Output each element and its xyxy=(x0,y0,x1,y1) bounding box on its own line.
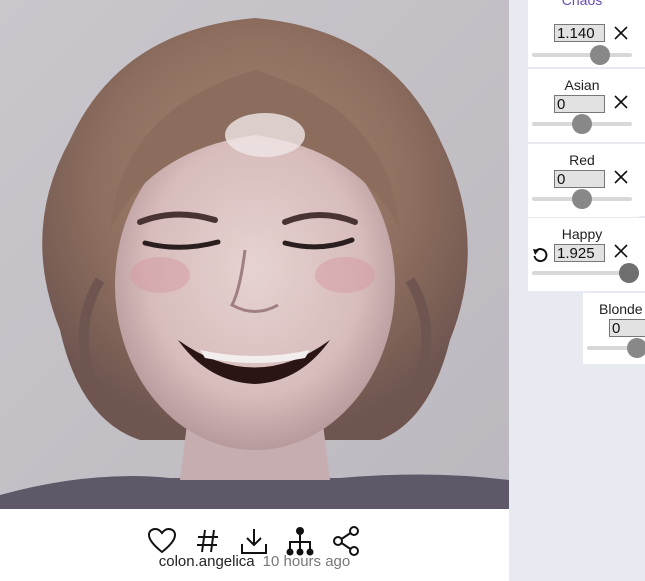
reset-icon[interactable] xyxy=(532,247,548,263)
gene-label: Asian xyxy=(564,77,600,93)
gene-card-red: Red 0 xyxy=(528,144,639,217)
timestamp: 10 hours ago xyxy=(262,553,351,570)
gene-label: Happy xyxy=(561,226,603,242)
generated-image[interactable] xyxy=(0,0,509,509)
family-tree-icon xyxy=(286,527,314,556)
portrait-illustration xyxy=(0,0,509,509)
next-column-card xyxy=(639,0,645,67)
gene-label: Chaos xyxy=(561,0,603,8)
download-icon xyxy=(241,529,267,554)
gene-slider[interactable] xyxy=(532,271,632,275)
gene-value-input[interactable]: 0 xyxy=(554,170,605,188)
gene-card-blonde: Blonde 0 xyxy=(583,293,645,364)
hash-icon xyxy=(197,529,218,553)
heart-icon xyxy=(147,527,177,554)
gene-value-input[interactable]: 0 xyxy=(554,95,605,113)
gene-slider-thumb[interactable] xyxy=(572,189,592,209)
image-footer: colon.angelica 10 hours ago xyxy=(0,509,509,581)
close-icon[interactable] xyxy=(612,242,630,260)
share-icon xyxy=(333,526,359,556)
close-icon[interactable] xyxy=(612,93,630,111)
gene-value-input[interactable]: 1.925 xyxy=(554,244,605,262)
gene-label: Blonde xyxy=(599,301,643,317)
next-column-card xyxy=(639,218,645,291)
next-column-card xyxy=(639,144,645,216)
close-icon[interactable] xyxy=(612,168,630,186)
gene-slider[interactable] xyxy=(532,53,632,57)
gene-label: Red xyxy=(569,152,595,168)
username-link[interactable]: colon.angelica xyxy=(159,553,255,570)
gene-value-input[interactable]: 1.140 xyxy=(554,24,605,42)
gene-slider-thumb[interactable] xyxy=(627,338,645,358)
gene-value-input[interactable]: 0 xyxy=(609,319,645,337)
gene-card-happy: Happy 1.925 xyxy=(528,218,639,291)
gene-slider-thumb[interactable] xyxy=(590,45,610,65)
next-column-card xyxy=(639,69,645,142)
gene-card-chaos: Chaos 1.140 xyxy=(528,0,639,67)
close-icon[interactable] xyxy=(612,24,630,42)
gene-card-asian: Asian 0 xyxy=(528,69,639,142)
gene-slider-thumb[interactable] xyxy=(619,263,639,283)
image-meta: colon.angelica 10 hours ago xyxy=(0,553,509,570)
gene-slider-thumb[interactable] xyxy=(572,114,592,134)
